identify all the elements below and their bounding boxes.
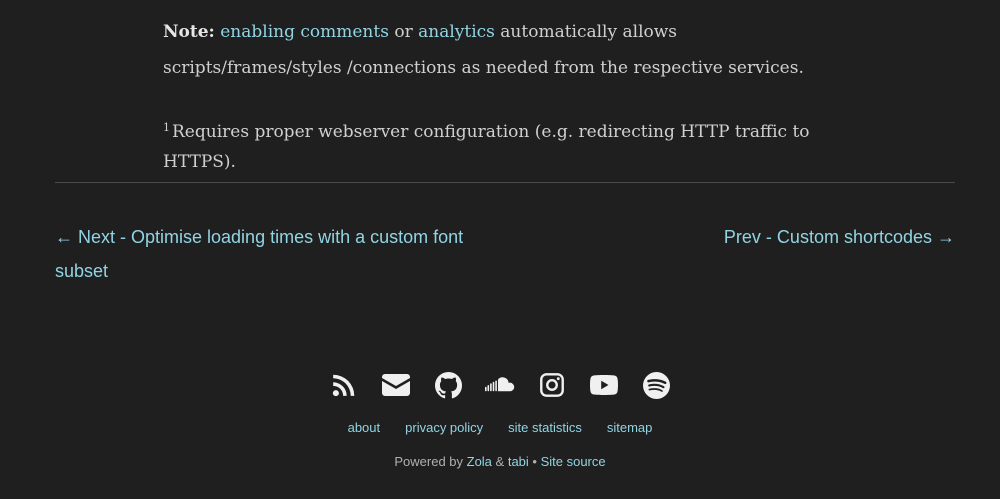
zola-link[interactable]: Zola: [467, 454, 492, 469]
soundcloud-icon[interactable]: [481, 368, 519, 402]
site-source-link[interactable]: Site source: [541, 454, 606, 469]
powered-amp: &: [491, 454, 508, 469]
site-statistics-link[interactable]: site statistics: [508, 418, 582, 438]
page: Note: enabling comments or analytics aut…: [0, 0, 1000, 499]
prev-post-link[interactable]: Prev - Custom shortcodes →: [724, 220, 955, 254]
footnote-marker[interactable]: 1: [163, 121, 170, 134]
rss-icon[interactable]: [325, 368, 363, 402]
powered-prefix: Powered by: [394, 454, 467, 469]
github-icon[interactable]: [429, 368, 467, 402]
social-links: [0, 368, 1000, 402]
email-icon[interactable]: [377, 368, 415, 402]
sitemap-link[interactable]: sitemap: [607, 418, 653, 438]
note-label: Note:: [163, 22, 215, 42]
instagram-icon[interactable]: [533, 368, 571, 402]
spotify-icon[interactable]: [637, 368, 675, 402]
footnote-text: Requires proper webserver configuration …: [163, 122, 810, 172]
powered-by: Powered by Zola & tabi • Site source: [0, 452, 1000, 472]
analytics-link[interactable]: analytics: [418, 22, 495, 42]
about-link[interactable]: about: [348, 418, 381, 438]
privacy-policy-link[interactable]: privacy policy: [405, 418, 483, 438]
note-connector: or: [388, 22, 419, 42]
footer-links: about privacy policy site statistics sit…: [0, 418, 1000, 438]
next-post-link[interactable]: ← Next - Optimise loading times with a c…: [55, 220, 495, 288]
youtube-icon[interactable]: [585, 368, 623, 402]
footnote: 1 Requires proper webserver configuration…: [163, 113, 883, 177]
tabi-link[interactable]: tabi: [508, 454, 529, 469]
enabling-comments-link[interactable]: enabling comments: [220, 22, 389, 42]
divider: [55, 182, 955, 183]
note-paragraph: Note: enabling comments or analytics aut…: [163, 14, 843, 86]
powered-bullet: •: [528, 454, 541, 469]
